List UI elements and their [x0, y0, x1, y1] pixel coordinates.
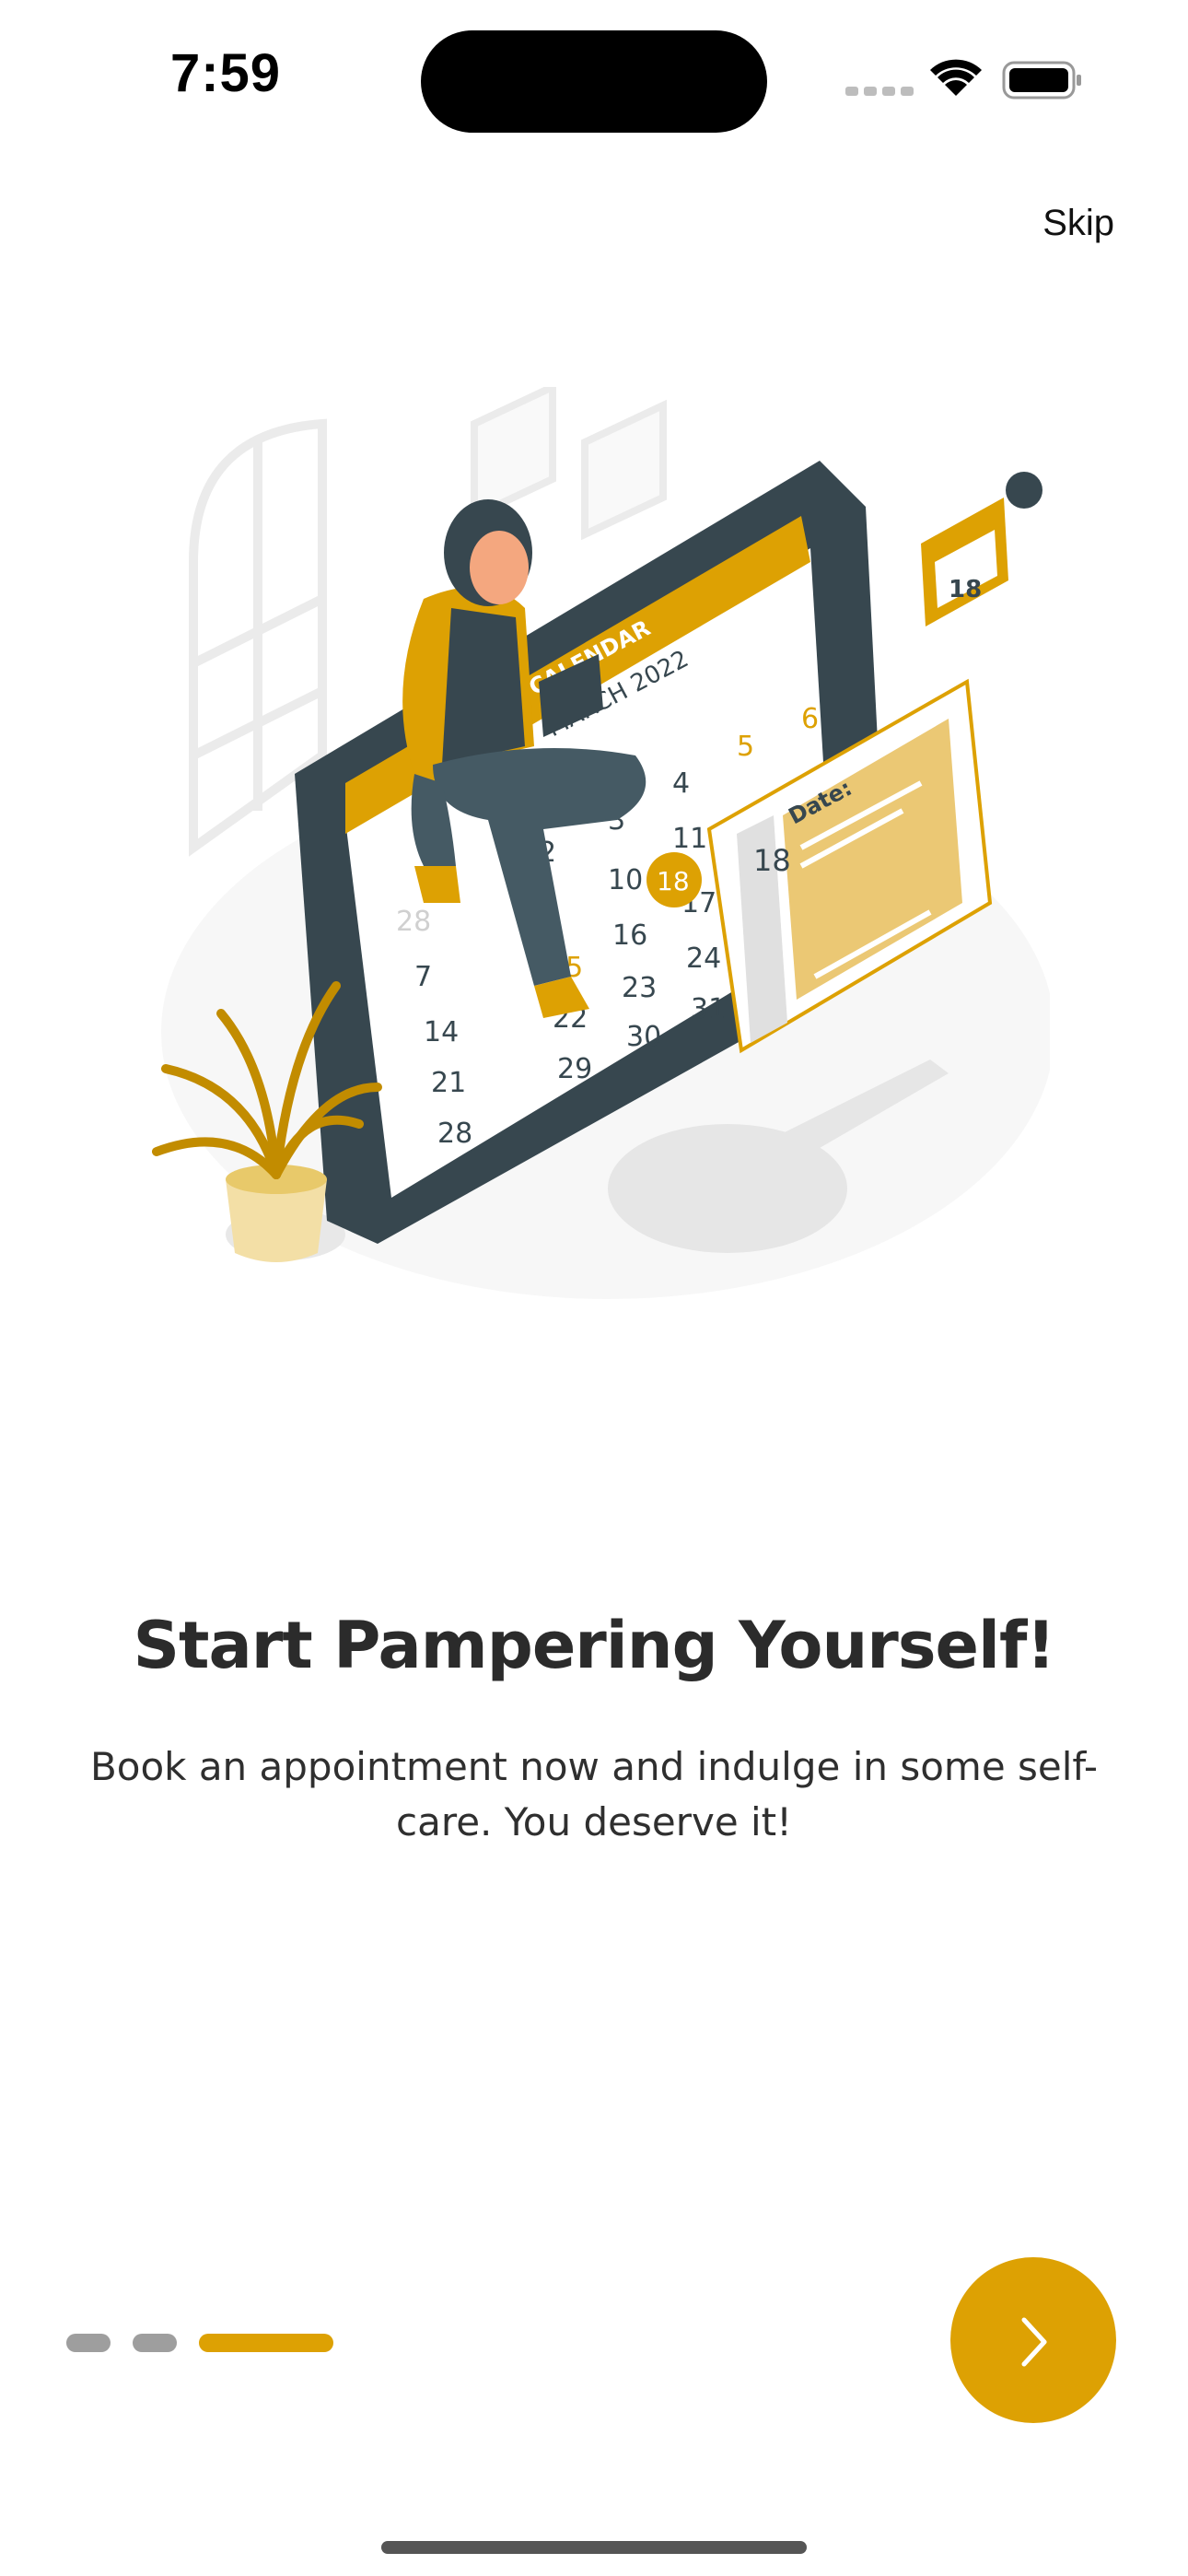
- battery-icon: [1002, 61, 1081, 100]
- svg-text:31: 31: [691, 993, 726, 1025]
- chevron-right-icon: [950, 2257, 1116, 2423]
- skip-button[interactable]: Skip: [958, 195, 1114, 251]
- svg-text:21: 21: [431, 1067, 466, 1099]
- signal-icon: [845, 87, 914, 96]
- status-icons: [840, 53, 1089, 109]
- svg-text:4: 4: [672, 767, 690, 800]
- popup-date: 18: [753, 843, 791, 878]
- svg-text:28: 28: [437, 1118, 472, 1150]
- status-bar: 7:59: [0, 0, 1188, 157]
- svg-text:16: 16: [612, 919, 647, 952]
- dynamic-island: [421, 30, 767, 133]
- svg-text:11: 11: [672, 823, 707, 855]
- onboarding-title: Start Pampering Yourself!: [133, 1608, 1056, 1683]
- svg-text:5: 5: [737, 731, 754, 763]
- svg-text:7: 7: [414, 961, 432, 993]
- svg-text:24: 24: [686, 943, 721, 975]
- svg-text:23: 23: [622, 972, 657, 1004]
- page-indicator: [66, 2334, 435, 2352]
- svg-text:14: 14: [424, 1016, 459, 1048]
- next-button[interactable]: [950, 2257, 1116, 2423]
- svg-text:10: 10: [608, 864, 643, 896]
- home-indicator: [381, 2541, 807, 2554]
- onboarding-description: Book an appointment now and indulge in s…: [89, 1744, 1099, 1844]
- page-dot-2: [133, 2334, 177, 2352]
- highlighted-date: 18: [657, 866, 690, 896]
- reminder-icon-date: 18: [949, 576, 982, 603]
- page-dot-3: [199, 2334, 333, 2352]
- svg-text:6: 6: [801, 703, 819, 735]
- onboarding-illustration: CALENDAR MARCH 2022 28 7 14 21 28 2 9 15…: [138, 381, 1054, 1308]
- status-time: 7:59: [169, 43, 282, 103]
- svg-text:30: 30: [626, 1021, 661, 1053]
- svg-text:29: 29: [557, 1053, 592, 1085]
- page-dot-1: [66, 2334, 111, 2352]
- wifi-icon: [930, 59, 982, 96]
- svg-text:28: 28: [396, 906, 431, 938]
